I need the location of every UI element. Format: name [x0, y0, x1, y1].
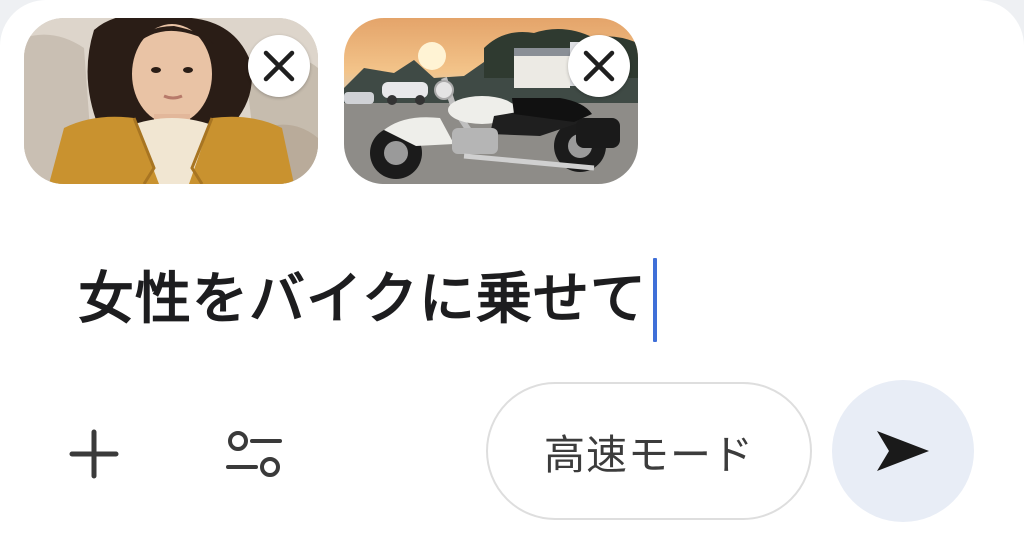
attachment-thumbnail-motorcycle[interactable] — [344, 18, 638, 184]
prompt-text[interactable]: 女性をバイクに乗せて — [78, 256, 647, 344]
send-button[interactable] — [832, 380, 974, 522]
plus-icon — [69, 429, 119, 479]
prompt-input[interactable]: 女性をバイクに乗せて — [78, 256, 657, 344]
text-caret — [652, 258, 657, 342]
send-arrow-icon — [877, 431, 929, 471]
prompt-composer: 女性をバイクに乗せて 高速モード — [0, 0, 1024, 538]
sliders-icon — [226, 431, 282, 477]
remove-attachment-button[interactable] — [568, 35, 630, 97]
add-button[interactable] — [52, 412, 136, 496]
close-icon — [263, 50, 295, 82]
settings-button[interactable] — [212, 412, 296, 496]
attachment-thumbnail-portrait[interactable] — [24, 18, 318, 184]
mode-label: 高速モード — [544, 431, 754, 479]
mode-selector-button[interactable]: 高速モード — [486, 382, 812, 520]
remove-attachment-button[interactable] — [248, 35, 310, 97]
close-icon — [583, 50, 615, 82]
